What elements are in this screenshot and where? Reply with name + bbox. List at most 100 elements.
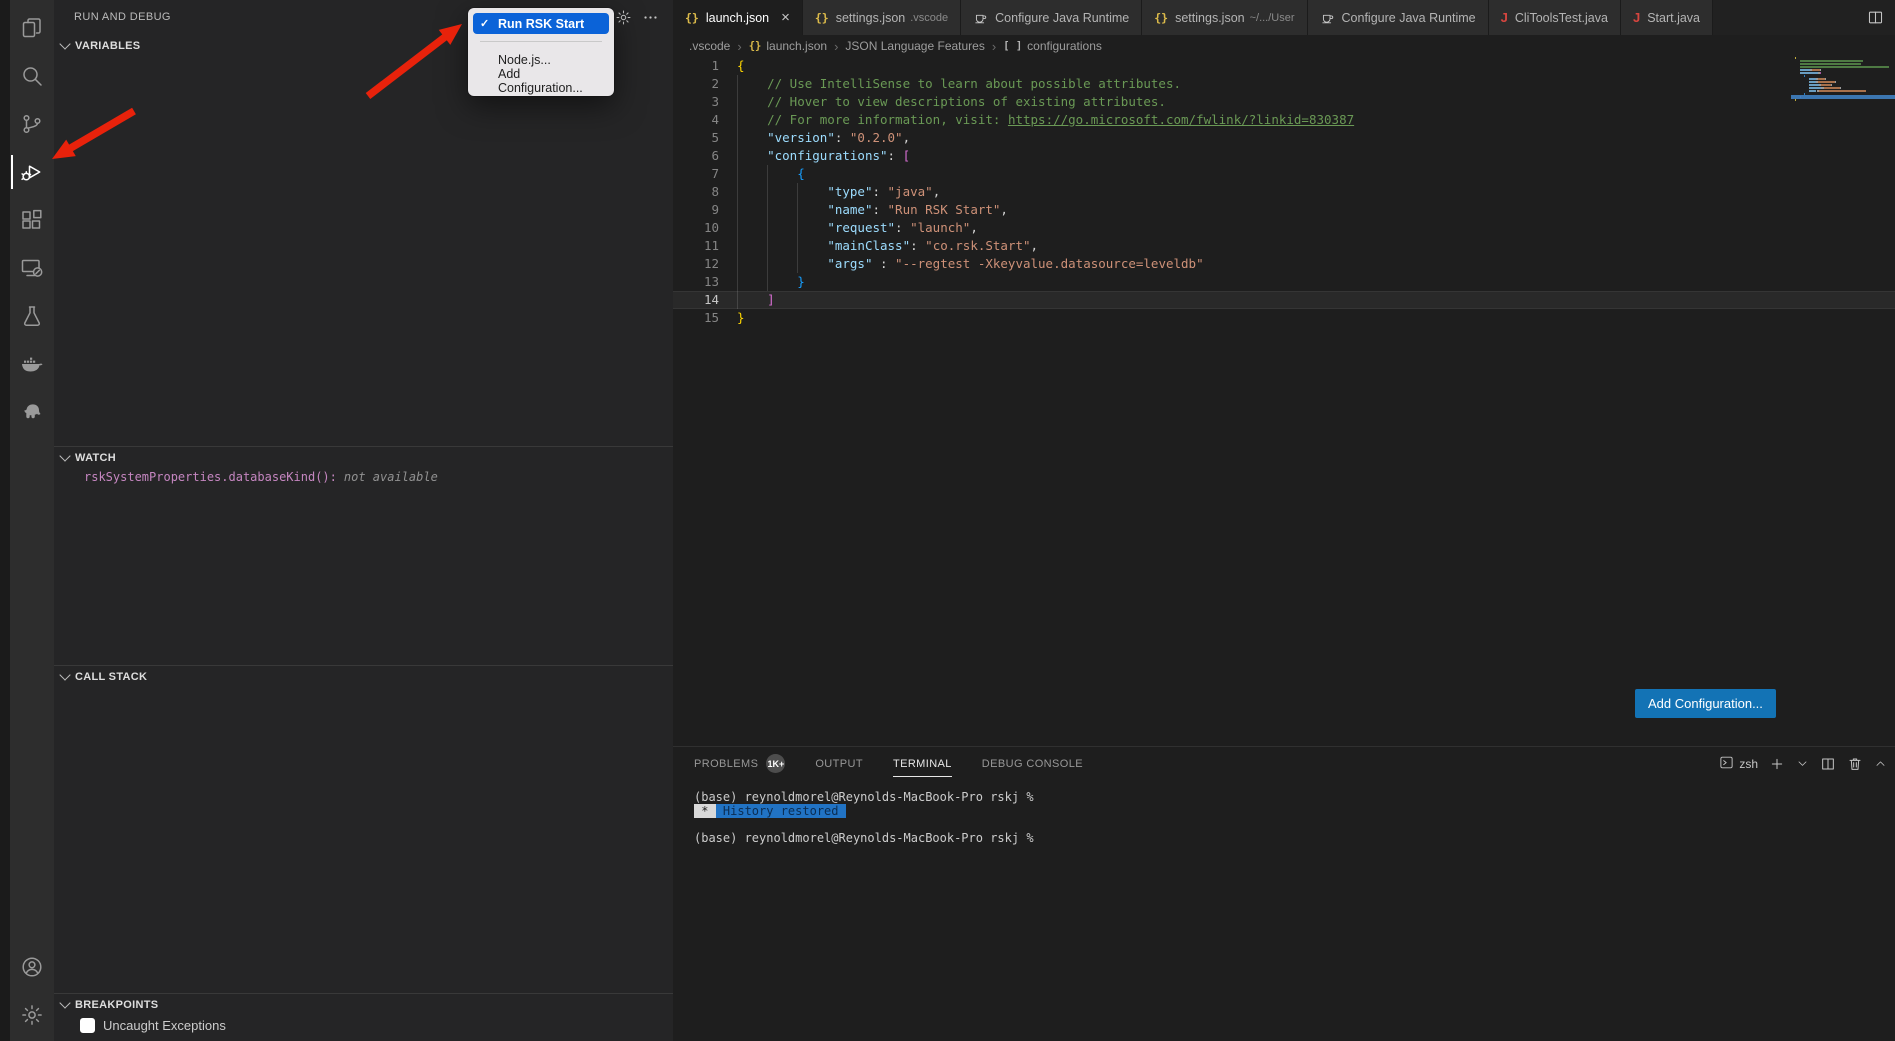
- code-token: [: [903, 148, 911, 163]
- minimap-chip: [1800, 72, 1818, 74]
- gradle-elephant-icon[interactable]: [10, 388, 54, 436]
- code-line-6[interactable]: 6 "configurations": [: [673, 147, 1895, 165]
- code-link[interactable]: https://go.microsoft.com/fwlink/?linkid=…: [1008, 112, 1354, 127]
- code-line-13[interactable]: 13 }: [673, 273, 1895, 291]
- search-icon[interactable]: [10, 52, 54, 100]
- code-token: [737, 202, 827, 217]
- breadcrumb-item-json-language-features[interactable]: JSON Language Features: [845, 39, 984, 53]
- kill-terminal-icon[interactable]: [1847, 756, 1863, 772]
- terminal-text: (base) reynoldmorel@Reynolds-MacBook-Pro…: [694, 790, 1034, 804]
- more-actions-icon[interactable]: [642, 9, 659, 26]
- minimap-chip: [1840, 87, 1841, 89]
- json-file-icon: {}: [749, 40, 762, 52]
- panel-tab-debug-console[interactable]: DEBUG CONSOLE: [982, 747, 1083, 780]
- code-text: ]: [737, 291, 775, 309]
- panel-tab-output[interactable]: OUTPUT: [815, 747, 863, 780]
- section-breakpoints[interactable]: BREAKPOINTS: [54, 993, 673, 1015]
- gear-icon[interactable]: [10, 991, 54, 1039]
- tab-start-java[interactable]: JStart.java: [1621, 0, 1713, 35]
- tab-settings-json[interactable]: {}settings.json~/.../User: [1142, 0, 1307, 35]
- menu-item-add-configuration[interactable]: Add Configuration...: [473, 70, 609, 91]
- section-watch[interactable]: WATCH: [54, 446, 673, 468]
- maximize-panel-icon[interactable]: [1874, 757, 1887, 770]
- code-line-3[interactable]: 3 // Hover to view descriptions of exist…: [673, 93, 1895, 111]
- tab-description: ~/.../User: [1250, 12, 1295, 24]
- uncaught-exceptions-checkbox[interactable]: [80, 1018, 95, 1033]
- vscode-window: RUN AND DEBUG VARIABLES WATCH rskSystemP…: [0, 0, 1895, 1041]
- run-debug-icon[interactable]: [10, 148, 54, 196]
- code-token: // For more information, visit:: [737, 112, 1008, 127]
- breadcrumb-label: configurations: [1027, 39, 1102, 53]
- panel-tab-problems[interactable]: PROBLEMS1K+: [694, 747, 785, 780]
- tab-launch-json[interactable]: {}launch.json×: [673, 0, 803, 35]
- java-cup-icon: [973, 10, 988, 25]
- terminal-instance-selector[interactable]: zsh: [1719, 755, 1758, 773]
- code-line-4[interactable]: 4 // For more information, visit: https:…: [673, 111, 1895, 129]
- line-number: 13: [673, 273, 737, 291]
- breadcrumb-separator: ›: [834, 39, 838, 54]
- new-terminal-icon[interactable]: [1769, 756, 1785, 772]
- breadcrumb-label: launch.json: [766, 39, 827, 53]
- line-number: 7: [673, 165, 737, 183]
- terminal-output[interactable]: (base) reynoldmorel@Reynolds-MacBook-Pro…: [694, 791, 1034, 846]
- code-token: // Hover to view descriptions of existin…: [737, 94, 1166, 109]
- line-number: 11: [673, 237, 737, 255]
- code-line-5[interactable]: 5 "version": "0.2.0",: [673, 129, 1895, 147]
- minimap-chip: [1809, 84, 1819, 86]
- problems-count-badge: 1K+: [766, 754, 785, 773]
- code-line-2[interactable]: 2 // Use IntelliSense to learn about pos…: [673, 75, 1895, 93]
- code-line-9[interactable]: 9 "name": "Run RSK Start",: [673, 201, 1895, 219]
- close-icon[interactable]: ×: [781, 10, 790, 25]
- tabs: {}launch.json×{}settings.json.vscodeConf…: [673, 0, 1713, 35]
- code-editor[interactable]: 1{2 // Use IntelliSense to learn about p…: [673, 57, 1895, 746]
- code-token: :: [872, 256, 895, 271]
- gear-icon[interactable]: [615, 9, 632, 26]
- account-icon[interactable]: [10, 943, 54, 991]
- launch-profile-chevron-icon[interactable]: [1796, 757, 1809, 770]
- tab-settings-json[interactable]: {}settings.json.vscode: [803, 0, 961, 35]
- code-token: "configurations": [767, 148, 887, 163]
- minimap-line: [1795, 66, 1891, 68]
- remote-explorer-icon[interactable]: [10, 244, 54, 292]
- add-configuration-button[interactable]: Add Configuration...: [1635, 689, 1776, 718]
- line-number: 6: [673, 147, 737, 165]
- split-terminal-icon[interactable]: [1820, 756, 1836, 772]
- files-icon[interactable]: [10, 4, 54, 52]
- tab-configure-java-runtime[interactable]: Configure Java Runtime: [961, 0, 1142, 35]
- minimap[interactable]: [1795, 57, 1891, 102]
- code-line-1[interactable]: 1{: [673, 57, 1895, 75]
- breadcrumb-item-vscode[interactable]: .vscode: [689, 39, 730, 53]
- code-line-14[interactable]: 14 ]: [673, 291, 1895, 309]
- code-text: // Use IntelliSense to learn about possi…: [737, 75, 1181, 93]
- tab-clitoolstest-java[interactable]: JCliToolsTest.java: [1489, 0, 1621, 35]
- code-token: "request": [827, 220, 895, 235]
- code-line-15[interactable]: 15}: [673, 309, 1895, 327]
- breadcrumb-item-launch-json[interactable]: {} launch.json: [749, 39, 827, 53]
- code-line-10[interactable]: 10 "request": "launch",: [673, 219, 1895, 237]
- menu-item-run-rsk-start[interactable]: ✓Run RSK Start: [473, 13, 609, 34]
- code-token: ]: [767, 292, 775, 307]
- beaker-icon[interactable]: [10, 292, 54, 340]
- line-number: 1: [673, 57, 737, 75]
- code-line-7[interactable]: 7 {: [673, 165, 1895, 183]
- tab-configure-java-runtime[interactable]: Configure Java Runtime: [1308, 0, 1489, 35]
- section-call-stack[interactable]: CALL STACK: [54, 665, 673, 687]
- docker-icon[interactable]: [10, 340, 54, 388]
- minimap-chip: [1825, 78, 1826, 80]
- code-token: "type": [827, 184, 872, 199]
- code-token: ,: [933, 184, 941, 199]
- source-control-icon[interactable]: [10, 100, 54, 148]
- code-line-8[interactable]: 8 "type": "java",: [673, 183, 1895, 201]
- terminal-icon: [1719, 755, 1734, 773]
- code-line-12[interactable]: 12 "args" : "--regtest -Xkeyvalue.dataso…: [673, 255, 1895, 273]
- minimap-chip: [1800, 63, 1861, 65]
- breadcrumb-item-configurations[interactable]: [ ]configurations: [1003, 39, 1102, 53]
- extensions-icon[interactable]: [10, 196, 54, 244]
- split-editor-icon[interactable]: [1855, 0, 1895, 35]
- code-token: ,: [970, 220, 978, 235]
- code-line-11[interactable]: 11 "mainClass": "co.rsk.Start",: [673, 237, 1895, 255]
- code-token: ,: [1000, 202, 1008, 217]
- panel-tab-terminal[interactable]: TERMINAL: [893, 747, 952, 780]
- watch-expression-row[interactable]: rskSystemProperties.databaseKind():not a…: [84, 470, 438, 484]
- minimap-line: [1795, 78, 1891, 80]
